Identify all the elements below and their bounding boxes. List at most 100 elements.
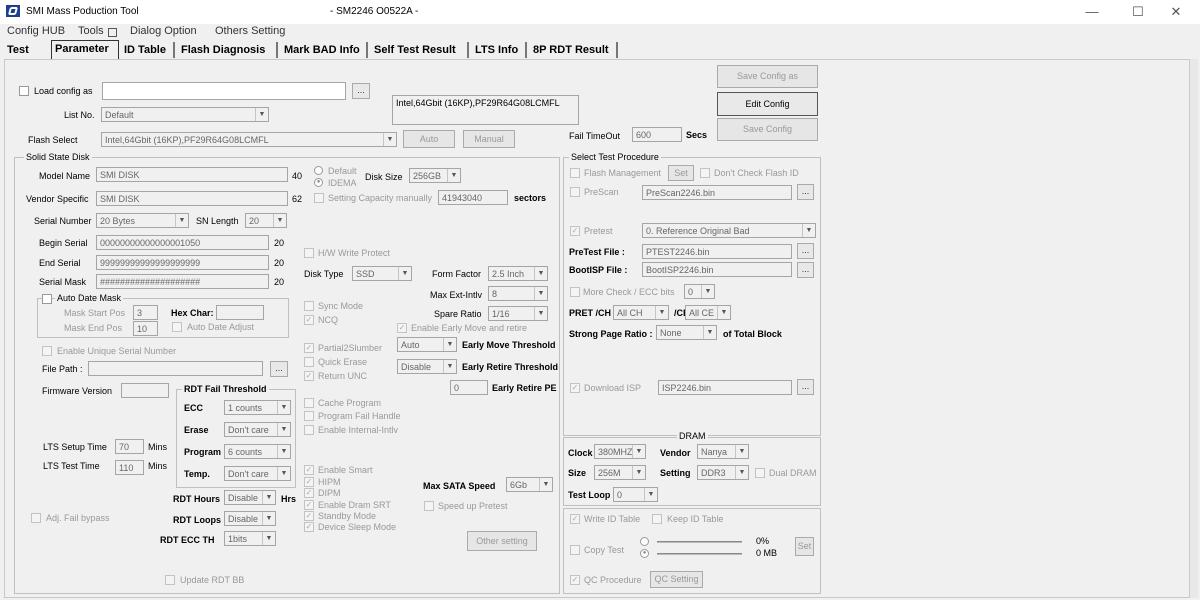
early-retire-pe-input[interactable]: 0 bbox=[450, 380, 488, 395]
vendor-specific-input[interactable]: SMI DISK bbox=[96, 191, 288, 206]
disk-size-select[interactable]: 256GB ▼ bbox=[409, 168, 461, 183]
return-unc-checkbox[interactable]: ✓ bbox=[304, 371, 314, 381]
capacity-input[interactable]: 41943040 bbox=[438, 190, 508, 205]
standby-mode-checkbox[interactable]: ✓ bbox=[304, 511, 314, 521]
early-retire-select[interactable]: Disable ▼ bbox=[397, 359, 457, 374]
mask-start-pos-input[interactable]: 3 bbox=[133, 305, 158, 320]
lts-test-time-input[interactable]: 110 bbox=[115, 460, 144, 475]
more-check-select[interactable]: 0 ▼ bbox=[684, 284, 715, 299]
manual-button[interactable]: Manual bbox=[463, 130, 515, 148]
program-fail-handle-checkbox[interactable] bbox=[304, 411, 314, 421]
pret-ch-select[interactable]: All CH ▼ bbox=[613, 305, 669, 320]
load-config-input[interactable] bbox=[102, 82, 346, 100]
end-serial-input[interactable]: 99999999999999999999 bbox=[96, 255, 269, 270]
qc-procedure-checkbox[interactable]: ✓ bbox=[570, 575, 580, 585]
sync-mode-checkbox[interactable] bbox=[304, 301, 314, 311]
erase-select[interactable]: Don't care ▼ bbox=[224, 422, 291, 437]
tab-8p-rdt-result[interactable]: 8P RDT Result bbox=[530, 42, 618, 58]
begin-serial-input[interactable]: 00000000000000001050 bbox=[96, 235, 269, 250]
early-move-retire-checkbox[interactable]: ✓ bbox=[397, 323, 407, 333]
cache-program-checkbox[interactable] bbox=[304, 398, 314, 408]
menu-dialog-option[interactable]: Dialog Option bbox=[130, 25, 197, 37]
edit-config-button[interactable]: Edit Config bbox=[717, 92, 818, 116]
enable-dram-srt-checkbox[interactable]: ✓ bbox=[304, 500, 314, 510]
progress-slider-2[interactable] bbox=[657, 553, 742, 555]
device-sleep-mode-checkbox[interactable]: ✓ bbox=[304, 522, 314, 532]
load-config-checkbox[interactable] bbox=[19, 86, 29, 96]
write-id-table-checkbox[interactable]: ✓ bbox=[570, 514, 580, 524]
pretest-file-input[interactable]: PTEST2246.bin bbox=[642, 244, 792, 259]
max-ext-intlv-select[interactable]: 8 ▼ bbox=[488, 286, 548, 301]
tab-lts-info[interactable]: LTS Info bbox=[472, 42, 527, 58]
progress-slider-1[interactable] bbox=[657, 541, 742, 543]
prescan-browse-button[interactable]: ... bbox=[797, 184, 814, 200]
prescan-file-input[interactable]: PreScan2246.bin bbox=[642, 185, 792, 200]
isp-file-input[interactable]: ISP2246.bin bbox=[658, 380, 792, 395]
minimize-button[interactable]: — bbox=[1080, 3, 1104, 21]
bootisp-file-input[interactable]: BootISP2246.bin bbox=[642, 262, 792, 277]
file-path-browse-button[interactable]: ... bbox=[270, 361, 288, 377]
disk-type-select[interactable]: SSD ▼ bbox=[352, 266, 412, 281]
firmware-version-input[interactable] bbox=[121, 383, 169, 398]
setting-select[interactable]: DDR3 ▼ bbox=[697, 465, 749, 480]
hipm-checkbox[interactable]: ✓ bbox=[304, 477, 314, 487]
rdt-hours-select[interactable]: Disable ▼ bbox=[224, 490, 276, 505]
max-sata-speed-select[interactable]: 6Gb ▼ bbox=[506, 477, 553, 492]
list-no-select[interactable]: Default ▼ bbox=[101, 107, 269, 122]
copy-test-checkbox[interactable] bbox=[570, 545, 580, 555]
other-setting-button[interactable]: Other setting bbox=[467, 531, 537, 551]
setting-capacity-checkbox[interactable] bbox=[314, 193, 324, 203]
early-move-select[interactable]: Auto ▼ bbox=[397, 337, 457, 352]
copy-mode-radio-2[interactable]: ● bbox=[640, 549, 649, 558]
lts-setup-time-input[interactable]: 70 bbox=[115, 439, 144, 454]
load-config-browse-button[interactable]: ... bbox=[352, 83, 370, 99]
maximize-button[interactable]: ☐ bbox=[1126, 3, 1150, 21]
bootisp-browse-button[interactable]: ... bbox=[797, 262, 814, 278]
scrollbar[interactable] bbox=[1190, 59, 1198, 598]
fail-timeout-input[interactable]: 600 bbox=[632, 127, 682, 142]
copy-mode-radio-1[interactable] bbox=[640, 537, 649, 546]
tab-mark-bad-info[interactable]: Mark BAD Info bbox=[281, 42, 368, 58]
tab-parameter[interactable]: Parameter bbox=[51, 40, 119, 59]
menu-config-hub[interactable]: Config HUB bbox=[7, 25, 65, 37]
partial2slumber-checkbox[interactable]: ✓ bbox=[304, 343, 314, 353]
program-select[interactable]: 6 counts ▼ bbox=[224, 444, 291, 459]
auto-button[interactable]: Auto bbox=[403, 130, 455, 148]
pretest-browse-button[interactable]: ... bbox=[797, 243, 814, 259]
enable-unique-serial-checkbox[interactable] bbox=[42, 346, 52, 356]
more-check-checkbox[interactable] bbox=[570, 287, 580, 297]
mask-end-pos-input[interactable]: 10 bbox=[133, 321, 158, 336]
copy-test-set-button[interactable]: Set bbox=[795, 537, 814, 556]
size-select[interactable]: 256M ▼ bbox=[594, 465, 646, 480]
update-rdt-bb-checkbox[interactable] bbox=[165, 575, 175, 585]
strong-page-ratio-select[interactable]: None ▼ bbox=[656, 325, 717, 340]
menu-tools[interactable]: Tools bbox=[78, 25, 104, 37]
dipm-checkbox[interactable]: ✓ bbox=[304, 488, 314, 498]
default-radio[interactable] bbox=[314, 166, 323, 175]
tab-flash-diagnosis[interactable]: Flash Diagnosis bbox=[178, 42, 278, 58]
form-factor-select[interactable]: 2.5 Inch ▼ bbox=[488, 266, 548, 281]
download-isp-checkbox[interactable]: ✓ bbox=[570, 383, 580, 393]
flash-select[interactable]: Intel,64Gbit (16KP),PF29R64G08LCMFL ▼ bbox=[101, 132, 397, 147]
hex-char-input[interactable] bbox=[216, 305, 264, 320]
dont-check-flash-id-checkbox[interactable] bbox=[700, 168, 710, 178]
save-config-button[interactable]: Save Config bbox=[717, 118, 818, 141]
auto-date-mask-checkbox[interactable] bbox=[42, 294, 52, 304]
qc-setting-button[interactable]: QC Setting bbox=[650, 571, 703, 588]
prescan-checkbox[interactable] bbox=[570, 187, 580, 197]
close-button[interactable]: ✕ bbox=[1164, 3, 1188, 21]
keep-id-table-checkbox[interactable] bbox=[652, 514, 662, 524]
isp-browse-button[interactable]: ... bbox=[797, 379, 814, 395]
enable-internal-intlv-checkbox[interactable] bbox=[304, 425, 314, 435]
hw-write-protect-checkbox[interactable] bbox=[304, 248, 314, 258]
menu-others-setting[interactable]: Others Setting bbox=[215, 25, 285, 37]
rdt-ecc-th-select[interactable]: 1bits ▼ bbox=[224, 531, 276, 546]
quick-erase-checkbox[interactable] bbox=[304, 357, 314, 367]
file-path-input[interactable] bbox=[88, 361, 263, 376]
tab-test[interactable]: Test bbox=[4, 42, 46, 58]
sn-length-select[interactable]: 20 ▼ bbox=[245, 213, 287, 228]
auto-date-adjust-checkbox[interactable] bbox=[172, 322, 182, 332]
model-name-input[interactable]: SMI DISK bbox=[96, 167, 288, 182]
serial-number-select[interactable]: 20 Bytes ▼ bbox=[96, 213, 189, 228]
vendor-select[interactable]: Nanya ▼ bbox=[697, 444, 749, 459]
